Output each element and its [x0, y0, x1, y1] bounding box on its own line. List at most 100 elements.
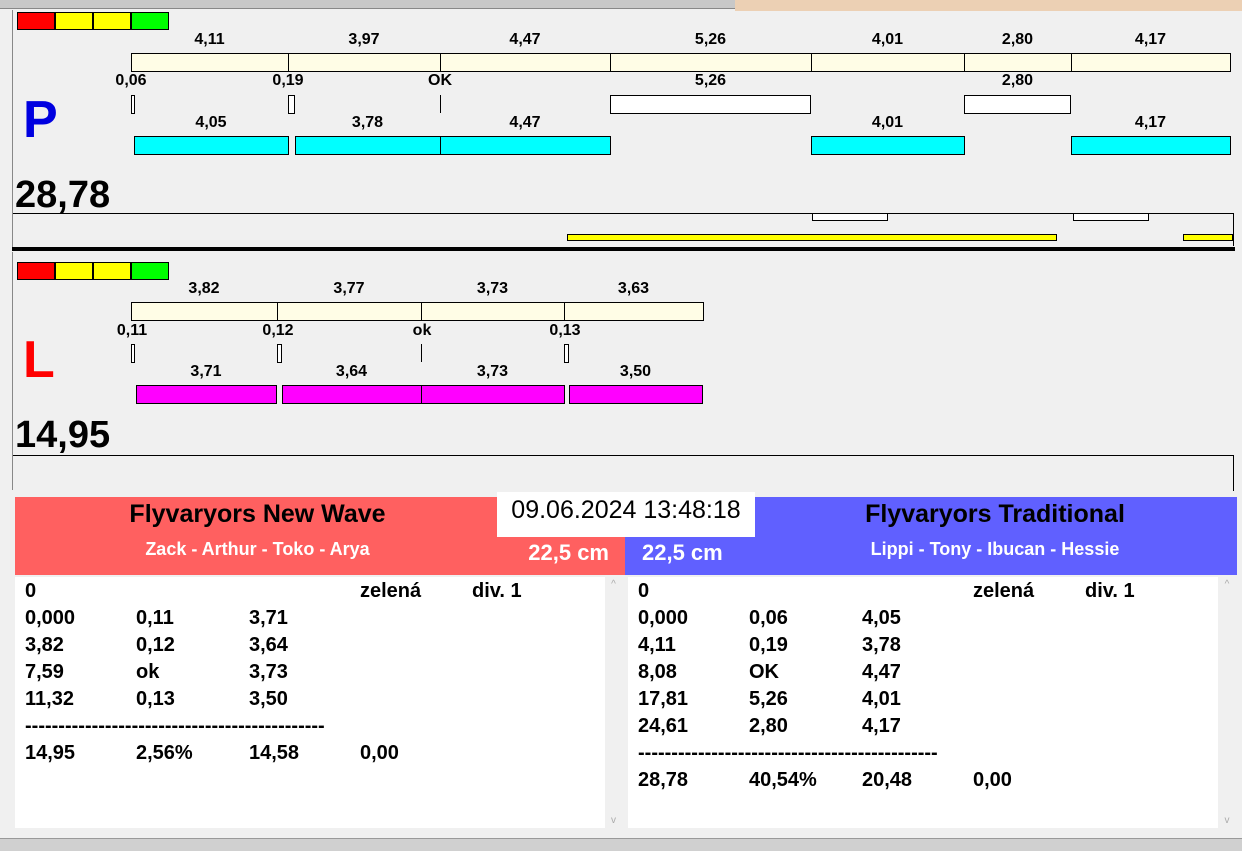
result-cell: 0,000 — [25, 607, 76, 629]
result-row: ----------------------------------------… — [15, 715, 605, 742]
result-cell: 11,32 — [25, 688, 74, 710]
cyan-segment-label: 4,17 — [1134, 114, 1167, 131]
left-results-list[interactable]: 0 zelená div. 1 0,000 0,11 3,71 3,82 0,12 3,64 7,… — [15, 577, 605, 828]
result-cell: OK — [749, 661, 779, 683]
right-results-list[interactable]: 0 zelená div. 1 0,000 0,06 4,05 4,11 0,19 3,78 8,… — [628, 577, 1218, 828]
top-segment — [964, 53, 1072, 72]
mid-label: 0,13 — [549, 322, 581, 339]
left-team-name: Flyvaryors New Wave — [129, 500, 386, 528]
legend-green — [131, 12, 169, 30]
cyan-segment-label: 4,47 — [509, 114, 541, 131]
magenta-segment — [136, 385, 277, 404]
result-cell: div. 1 — [1085, 580, 1135, 602]
magenta-segment-label: 3,64 — [335, 363, 368, 380]
top-segment-label: 4,01 — [871, 31, 904, 48]
result-row: 3,82 0,12 3,64 — [15, 634, 605, 661]
top-segment-label: 4,47 — [509, 31, 541, 48]
result-cell: zelená — [973, 580, 1035, 602]
result-cell: 7,59 — [25, 661, 64, 683]
tab-strip — [0, 0, 735, 9]
result-row: ----------------------------------------… — [628, 742, 1218, 769]
result-cell: 4,17 — [862, 715, 901, 737]
left-scrollbar[interactable]: ^ v — [605, 577, 622, 828]
top-segment — [1071, 53, 1231, 72]
right-team-members: Lippi - Tony - Ibucan - Hessie — [870, 539, 1120, 559]
cyan-segment-label: 4,01 — [871, 114, 904, 131]
legend-red — [17, 262, 55, 280]
status-bar — [0, 838, 1242, 851]
track-l-letter: L — [23, 331, 55, 389]
result-cell: 4,05 — [862, 607, 901, 629]
top-segment-label: 5,26 — [694, 31, 727, 48]
top-segment-label: 3,73 — [476, 280, 509, 297]
mid-label: 5,26 — [694, 72, 727, 89]
cyan-segment — [440, 136, 611, 155]
cyan-segment-label: 3,78 — [351, 114, 384, 131]
result-cell: 0,00 — [360, 742, 399, 764]
result-cell: 0,12 — [136, 634, 175, 656]
result-row: 28,78 40,54% 20,48 0,00 — [628, 769, 1218, 796]
result-cell: ok — [136, 661, 160, 683]
result-cell: 0,00 — [973, 769, 1012, 791]
legend-yellow — [93, 262, 131, 280]
mid-label: 0,06 — [115, 72, 147, 89]
result-cell: ----------------------------------------… — [638, 742, 938, 764]
result-row: 11,32 0,13 3,50 — [15, 688, 605, 715]
magenta-segment-label: 3,50 — [619, 363, 652, 380]
result-cell: div. 1 — [472, 580, 522, 602]
magenta-segment — [569, 385, 703, 404]
result-cell: 3,71 — [249, 607, 288, 629]
result-cell: 3,78 — [862, 634, 901, 656]
result-row: 4,11 0,19 3,78 — [628, 634, 1218, 661]
result-cell: 24,61 — [638, 715, 689, 737]
legend-green — [131, 262, 169, 280]
mid-label: 2,80 — [1001, 72, 1034, 89]
result-cell: 0,13 — [136, 688, 175, 710]
result-cell: 0,000 — [638, 607, 689, 629]
top-segment-label: 3,97 — [348, 31, 380, 48]
mid-marker — [564, 344, 569, 363]
left-team-members: Zack - Arthur - Toko - Arya — [145, 539, 370, 559]
magenta-segment — [421, 385, 565, 404]
mid-label: ok — [412, 322, 432, 339]
top-segment — [421, 302, 565, 321]
top-segment-label: 3,77 — [333, 280, 365, 297]
right-scrollbar[interactable]: ^ v — [1218, 577, 1236, 828]
top-segment — [811, 53, 965, 72]
datetime-display: 09.06.2024 13:48:18 — [497, 492, 755, 537]
top-segment — [131, 53, 289, 72]
top-segment-label: 4,17 — [1134, 31, 1167, 48]
track-l-total: 14,95 — [15, 414, 111, 456]
mid-label: 0,11 — [116, 322, 148, 339]
top-segment-label: 3,82 — [188, 280, 220, 297]
top-segment — [288, 53, 441, 72]
result-cell: 3,73 — [249, 661, 288, 683]
top-segment — [131, 302, 278, 321]
result-cell: 4,11 — [638, 634, 676, 656]
magenta-segment-label: 3,71 — [190, 363, 222, 380]
track-p-letter: P — [23, 91, 58, 149]
result-row: 7,59 ok 3,73 — [15, 661, 605, 688]
result-cell: 14,95 — [25, 742, 76, 764]
mid-label: 0,12 — [262, 322, 294, 339]
result-cell: ----------------------------------------… — [25, 715, 325, 737]
track-p-timeline — [13, 213, 1234, 246]
cyan-segment — [1071, 136, 1231, 155]
right-team-name: Flyvaryors Traditional — [865, 500, 1125, 528]
result-cell: 2,56% — [136, 742, 193, 764]
cyan-segment — [134, 136, 289, 155]
right-team-distance: 22,5 cm — [642, 540, 723, 565]
cyan-segment-label: 4,05 — [195, 114, 227, 131]
legend-yellow — [93, 12, 131, 30]
result-cell: 40,54% — [749, 769, 817, 791]
result-cell: 8,08 — [638, 661, 677, 683]
magenta-segment-label: 3,73 — [476, 363, 509, 380]
legend-yellow — [55, 262, 93, 280]
result-cell: 28,78 — [638, 769, 689, 791]
result-cell: 0 — [638, 580, 650, 602]
result-row: 0,000 0,06 4,05 — [628, 607, 1218, 634]
top-segment — [610, 53, 812, 72]
cyan-segment — [295, 136, 441, 155]
result-cell: 0,19 — [749, 634, 788, 656]
track-l-timeline — [13, 455, 1234, 491]
